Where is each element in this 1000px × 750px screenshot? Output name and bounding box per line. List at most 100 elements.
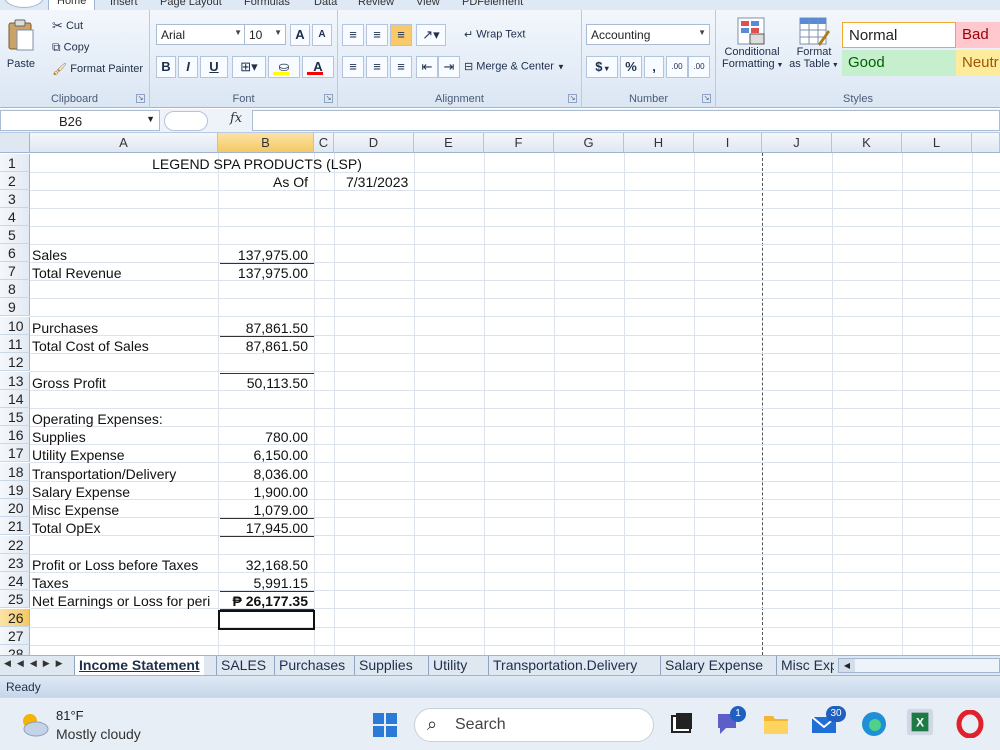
column-header-j[interactable]: J <box>762 133 832 153</box>
formula-input[interactable] <box>252 110 1000 131</box>
align-right-button[interactable]: ≡ <box>390 56 412 78</box>
row-header-14[interactable]: 14 <box>0 390 30 408</box>
cell-a1-title[interactable]: LEGEND SPA PRODUCTS (LSP) <box>30 155 484 173</box>
grow-font-button[interactable]: A <box>290 24 310 46</box>
increase-decimal-button[interactable]: .00 <box>666 56 688 78</box>
row-header-2[interactable]: 2 <box>0 172 30 190</box>
row-header-7[interactable]: 7 <box>0 262 30 280</box>
borders-button[interactable]: ⊞▾ <box>232 56 266 78</box>
row-header-22[interactable]: 22 <box>0 536 30 554</box>
style-neutral[interactable]: Neutr <box>956 50 1000 76</box>
taskbar-search[interactable]: ⌕ Search <box>414 708 654 742</box>
sheet-tab-salary-expense[interactable]: Salary Expense <box>660 656 767 675</box>
column-header-c[interactable]: C <box>314 133 334 153</box>
font-launcher-icon[interactable]: ↘ <box>324 94 333 103</box>
paste-button[interactable]: Paste <box>6 18 36 70</box>
column-header-e[interactable]: E <box>414 133 484 153</box>
align-top-button[interactable]: ≡ <box>342 24 364 46</box>
tab-data[interactable]: Data <box>314 0 337 8</box>
sheet-tab-income-statement[interactable]: Income Statement <box>74 656 204 675</box>
bold-button[interactable]: B <box>156 56 176 78</box>
cell-a21[interactable]: Total OpEx <box>32 519 100 537</box>
orientation-button[interactable]: ↗▾ <box>416 24 446 46</box>
sheet-nav-arrows-icon[interactable]: ◀◀◀▶▶ <box>4 658 69 669</box>
alignment-launcher-icon[interactable]: ↘ <box>568 94 577 103</box>
row-header-10[interactable]: 10 <box>0 317 30 335</box>
decrease-decimal-button[interactable]: .00 <box>688 56 710 78</box>
increase-indent-button[interactable]: ⇥ <box>438 56 460 78</box>
cell-b17[interactable]: 6,150.00 <box>220 446 314 464</box>
cell-b23[interactable]: 32,168.50 <box>220 556 314 574</box>
font-color-button[interactable]: A <box>302 56 334 78</box>
worksheet-grid[interactable]: A B C D E F G H I J K L 1 2 3 4 5 6 7 8 9 10 11 12 1… <box>0 133 1000 655</box>
column-header-b[interactable]: B <box>218 133 314 153</box>
cell-a11[interactable]: Total Cost of Sales <box>32 337 149 355</box>
weather-description[interactable]: Mostly cloudy <box>56 726 141 742</box>
column-header-i[interactable]: I <box>694 133 762 153</box>
cell-b16[interactable]: 780.00 <box>220 428 314 446</box>
row-header-11[interactable]: 11 <box>0 335 30 353</box>
row-header-15[interactable]: 15 <box>0 408 30 426</box>
row-header-13[interactable]: 13 <box>0 372 30 390</box>
number-launcher-icon[interactable]: ↘ <box>702 94 711 103</box>
tab-insert[interactable]: Insert <box>110 0 138 8</box>
task-view-icon[interactable] <box>668 710 696 738</box>
comma-button[interactable]: , <box>644 56 664 78</box>
shrink-font-button[interactable]: A <box>312 24 332 46</box>
sheet-tab-purchases[interactable]: Purchases <box>274 656 349 675</box>
row-header-5[interactable]: 5 <box>0 226 30 244</box>
active-cell-b26[interactable] <box>218 610 315 630</box>
merge-center-button[interactable]: ⊟ Merge & Center ▼ <box>464 60 565 73</box>
conditional-formatting-button[interactable]: Conditional Formatting ▼ <box>722 16 783 70</box>
cell-a23[interactable]: Profit or Loss before Taxes <box>32 556 198 574</box>
cell-b7[interactable]: 137,975.00 <box>220 264 314 282</box>
horizontal-scrollbar[interactable]: ◀ <box>838 658 1000 673</box>
align-middle-button[interactable]: ≡ <box>366 24 388 46</box>
row-header-16[interactable]: 16 <box>0 426 30 444</box>
row-header-23[interactable]: 23 <box>0 554 30 572</box>
insert-function-icon[interactable]: fx <box>230 111 242 126</box>
cell-a15[interactable]: Operating Expenses: <box>32 410 163 428</box>
style-good[interactable]: Good <box>842 50 956 76</box>
windows-start-icon[interactable] <box>372 712 398 738</box>
office-button[interactable] <box>4 0 44 8</box>
align-center-button[interactable]: ≡ <box>366 56 388 78</box>
column-header-k[interactable]: K <box>832 133 902 153</box>
cell-a20[interactable]: Misc Expense <box>32 501 119 519</box>
tab-page-layout[interactable]: Page Layout <box>160 0 222 8</box>
file-explorer-icon[interactable] <box>762 710 790 738</box>
cell-a13[interactable]: Gross Profit <box>32 374 106 392</box>
align-left-button[interactable]: ≡ <box>342 56 364 78</box>
opera-browser-icon[interactable] <box>956 710 984 738</box>
cell-b20[interactable]: 1,079.00 <box>220 501 314 519</box>
cell-a10[interactable]: Purchases <box>32 319 98 337</box>
percent-button[interactable]: % <box>620 56 642 78</box>
row-header-8[interactable]: 8 <box>0 280 30 298</box>
decrease-indent-button[interactable]: ⇤ <box>416 56 438 78</box>
format-painter-button[interactable]: 🖌 Format Painter <box>52 62 143 76</box>
copy-button[interactable]: ⧉ Copy <box>52 40 89 55</box>
wrap-text-button[interactable]: ↵ Wrap Text <box>464 28 525 41</box>
row-header-3[interactable]: 3 <box>0 190 30 208</box>
row-header-18[interactable]: 18 <box>0 463 30 481</box>
row-header-17[interactable]: 17 <box>0 444 30 462</box>
sheet-tab-misc-exp[interactable]: Misc Exp <box>776 656 834 675</box>
scroll-left-icon[interactable]: ◀ <box>839 659 855 672</box>
row-header-20[interactable]: 20 <box>0 499 30 517</box>
cell-d2[interactable]: 7/31/2023 <box>334 173 424 191</box>
tab-review[interactable]: Review <box>358 0 394 8</box>
excel-app-icon[interactable]: X <box>906 708 934 736</box>
sheet-tab-supplies[interactable]: Supplies <box>354 656 417 675</box>
tab-formulas[interactable]: Formulas <box>244 0 290 8</box>
style-bad[interactable]: Bad <box>956 22 1000 48</box>
row-header-24[interactable]: 24 <box>0 572 30 590</box>
cell-a25[interactable]: Net Earnings or Loss for peri <box>32 592 218 610</box>
column-header-g[interactable]: G <box>554 133 624 153</box>
clipboard-launcher-icon[interactable]: ↘ <box>136 94 145 103</box>
column-header-a[interactable]: A <box>30 133 218 153</box>
weather-temperature[interactable]: 81°F <box>56 708 84 723</box>
tab-home[interactable]: Home <box>48 0 96 10</box>
column-header-f[interactable]: F <box>484 133 554 153</box>
row-header-21[interactable]: 21 <box>0 517 30 535</box>
format-as-table-button[interactable]: Format as Table ▼ <box>788 16 840 70</box>
